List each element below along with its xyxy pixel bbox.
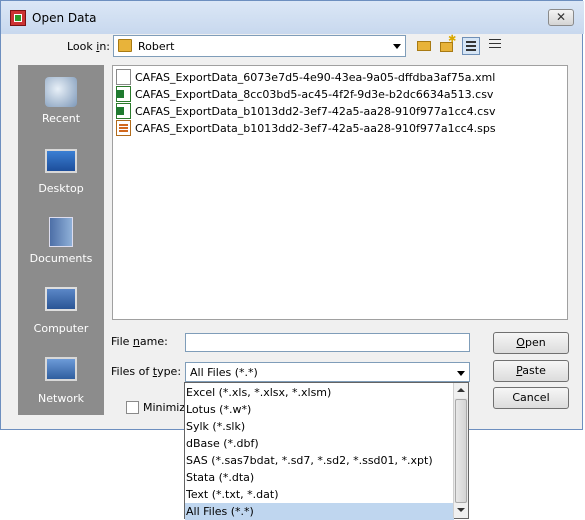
open-data-dialog: Open Data ✕ Look in: Robert Recent Deskt… [0,0,584,430]
option-label: Excel (*.xls, *.xlsx, *.xlsm) [186,386,332,399]
open-button[interactable]: Open [493,332,569,354]
chevron-down-icon [393,44,401,49]
computer-icon [45,287,77,311]
minimize-checkbox[interactable] [126,401,139,414]
folder-icon [118,39,132,52]
option-label: SAS (*.sas7bdat, *.sd7, *.sd2, *.ssd01, … [186,454,433,467]
look-in-combobox[interactable]: Robert [113,35,406,57]
file-list[interactable]: CAFAS_ExportData_6073e7d5-4e90-43ea-9a05… [112,65,568,320]
place-label: Recent [41,112,81,125]
place-desktop[interactable]: Desktop [18,139,104,207]
chevron-down-icon [457,371,465,376]
place-network[interactable]: Network [18,349,104,417]
files-of-type-value: All Files (*.*) [190,366,258,379]
place-computer[interactable]: Computer [18,279,104,347]
list-view-icon[interactable] [462,37,480,55]
file-type-option-selected[interactable]: All Files (*.*) [185,503,454,520]
app-icon [10,10,26,26]
look-in-label: Look in: [67,40,111,53]
desktop-icon [45,149,77,173]
dropdown-scrollbar[interactable] [453,383,468,518]
network-icon [45,357,77,381]
title-bar[interactable]: Open Data ✕ [1,1,584,34]
file-type-dropdown-list[interactable]: Excel (*.xls, *.xlsx, *.xlsm) Lotus (*.w… [184,382,469,520]
file-type-option[interactable]: Sylk (*.slk) [185,418,454,435]
option-label: Sylk (*.slk) [186,420,246,433]
file-name: CAFAS_ExportData_6073e7d5-4e90-43ea-9a05… [135,71,496,84]
place-label: Desktop [38,182,84,195]
files-of-type-label: Files of type: [111,365,182,378]
option-label: All Files (*.*) [186,505,254,518]
up-folder-icon[interactable] [416,37,434,55]
files-of-type-combobox[interactable]: All Files (*.*) [185,362,470,382]
scrollbar-thumb[interactable] [455,399,467,503]
option-label: Text (*.txt, *.dat) [186,488,279,501]
excel-csv-icon [116,103,131,119]
option-label: dBase (*.dbf) [186,437,259,450]
documents-icon [49,217,73,247]
window-title: Open Data [32,11,97,25]
option-label: Lotus (*.w*) [186,403,252,416]
file-type-option[interactable]: Excel (*.xls, *.xlsx, *.xlsm) [185,384,454,401]
file-name: CAFAS_ExportData_b1013dd2-3ef7-42a5-aa28… [135,105,496,118]
recent-icon [45,77,77,107]
file-type-option[interactable]: SAS (*.sas7bdat, *.sd7, *.sd2, *.ssd01, … [185,452,454,469]
place-recent[interactable]: Recent [18,69,104,137]
excel-csv-icon [116,86,131,102]
place-label: Documents [29,252,93,265]
file-type-option[interactable]: dBase (*.dbf) [185,435,454,452]
scroll-up-icon[interactable] [454,383,468,398]
paste-button[interactable]: Paste [493,360,569,382]
close-button[interactable]: ✕ [548,9,574,26]
new-folder-icon[interactable] [439,34,457,55]
file-type-option[interactable]: Stata (*.dta) [185,469,454,486]
file-name: CAFAS_ExportData_b1013dd2-3ef7-42a5-aa28… [135,122,496,135]
file-type-option[interactable]: Lotus (*.w*) [185,401,454,418]
spss-syntax-icon [116,120,131,136]
xml-file-icon [116,69,131,85]
file-name-label: File name: [111,335,168,348]
place-documents[interactable]: Documents [18,209,104,277]
option-label: Stata (*.dta) [186,471,255,484]
file-name-input[interactable] [185,333,470,352]
place-label: Network [38,392,84,405]
place-label: Computer [33,322,89,335]
file-name: CAFAS_ExportData_8cc03bd5-ac45-4f2f-9d3e… [135,88,494,101]
file-type-option[interactable]: Text (*.txt, *.dat) [185,486,454,503]
look-in-value: Robert [138,40,175,53]
scroll-down-icon[interactable] [454,503,468,518]
places-bar: Recent Desktop Documents Computer Networ… [18,65,104,415]
details-view-icon[interactable] [487,37,505,55]
cancel-button[interactable]: Cancel [493,387,569,409]
